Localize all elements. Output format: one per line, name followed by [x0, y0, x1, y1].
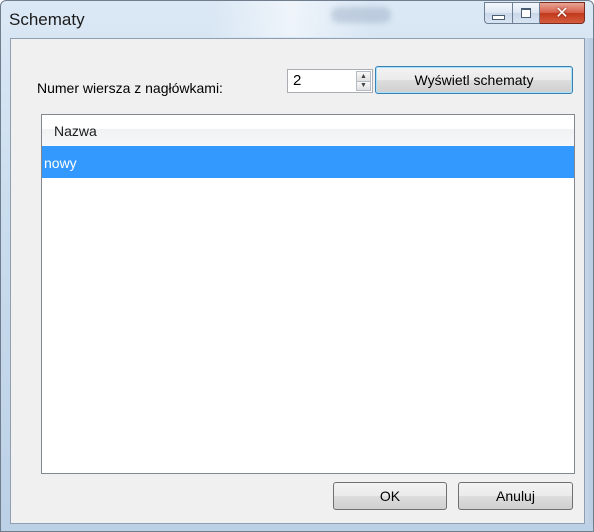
minimize-icon [492, 14, 505, 20]
list-item-label: nowy [44, 155, 77, 171]
stepper-down-button[interactable]: ▼ [356, 80, 371, 91]
header-row-stepper[interactable]: 2 ▲ ▼ [287, 69, 373, 93]
list-column-header[interactable]: Nazwa [42, 115, 574, 147]
window-frame-edge [585, 38, 593, 524]
column-header-name: Nazwa [54, 123, 97, 139]
stepper-up-button[interactable]: ▲ [356, 71, 371, 81]
ok-button[interactable]: OK [333, 482, 447, 510]
header-row-label: Numer wiersza z nagłówkami: [37, 80, 223, 96]
caption-buttons: ✕ [484, 2, 585, 24]
display-schemas-button[interactable]: Wyświetl schematy [375, 66, 573, 94]
title-bar-glass-blur [331, 7, 391, 23]
triangle-up-icon: ▲ [360, 72, 367, 80]
dialog-window: Schematy ✕ Numer wiersza z nagłówkami: 2… [0, 0, 594, 532]
close-button[interactable]: ✕ [540, 2, 585, 24]
schema-list[interactable]: Nazwa nowy [41, 114, 575, 474]
title-bar[interactable]: Schematy ✕ [1, 1, 593, 37]
maximize-icon [521, 8, 531, 18]
dialog-client-area: Numer wiersza z nagłówkami: 2 ▲ ▼ Wyświe… [10, 38, 585, 524]
maximize-button[interactable] [512, 2, 540, 24]
list-item[interactable]: nowy [42, 146, 574, 178]
close-icon: ✕ [555, 3, 569, 22]
minimize-button[interactable] [484, 2, 512, 24]
cancel-button[interactable]: Anuluj [458, 482, 573, 510]
triangle-down-icon: ▼ [360, 82, 367, 90]
stepper-buttons: ▲ ▼ [356, 71, 371, 91]
header-row-value[interactable]: 2 [293, 72, 301, 89]
window-title: Schematy [9, 10, 85, 29]
